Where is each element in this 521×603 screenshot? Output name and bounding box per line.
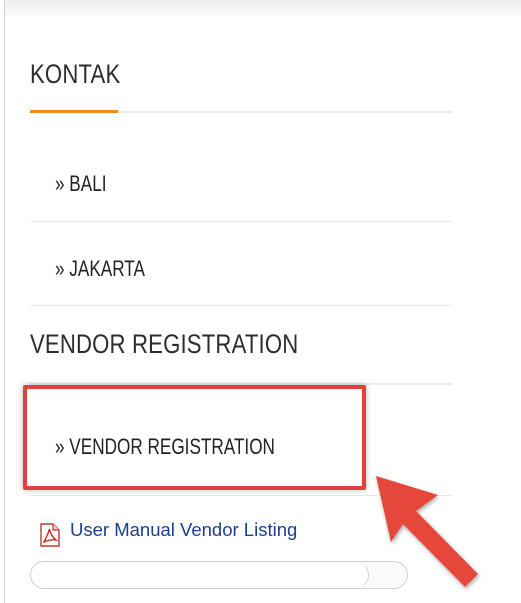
- window-top-edge: [4, 0, 521, 18]
- progress-bar-fill: [31, 562, 370, 588]
- annotation-arrow-icon: [376, 476, 478, 587]
- sidebar-item-bali[interactable]: » BALI: [55, 171, 107, 197]
- divider: [30, 305, 452, 306]
- section-underline-accent: [30, 110, 118, 113]
- section-title-kontak: KONTAK: [30, 59, 121, 89]
- highlight-box: [23, 385, 366, 490]
- divider: [30, 221, 452, 222]
- section-title-vendor-registration: VENDOR REGISTRATION: [30, 329, 299, 359]
- progress-bar: [30, 561, 408, 589]
- window-left-border: [4, 0, 5, 603]
- sidebar-item-jakarta[interactable]: » JAKARTA: [55, 256, 145, 282]
- user-manual-link[interactable]: User Manual Vendor Listing: [70, 519, 297, 541]
- pdf-icon: [40, 523, 60, 547]
